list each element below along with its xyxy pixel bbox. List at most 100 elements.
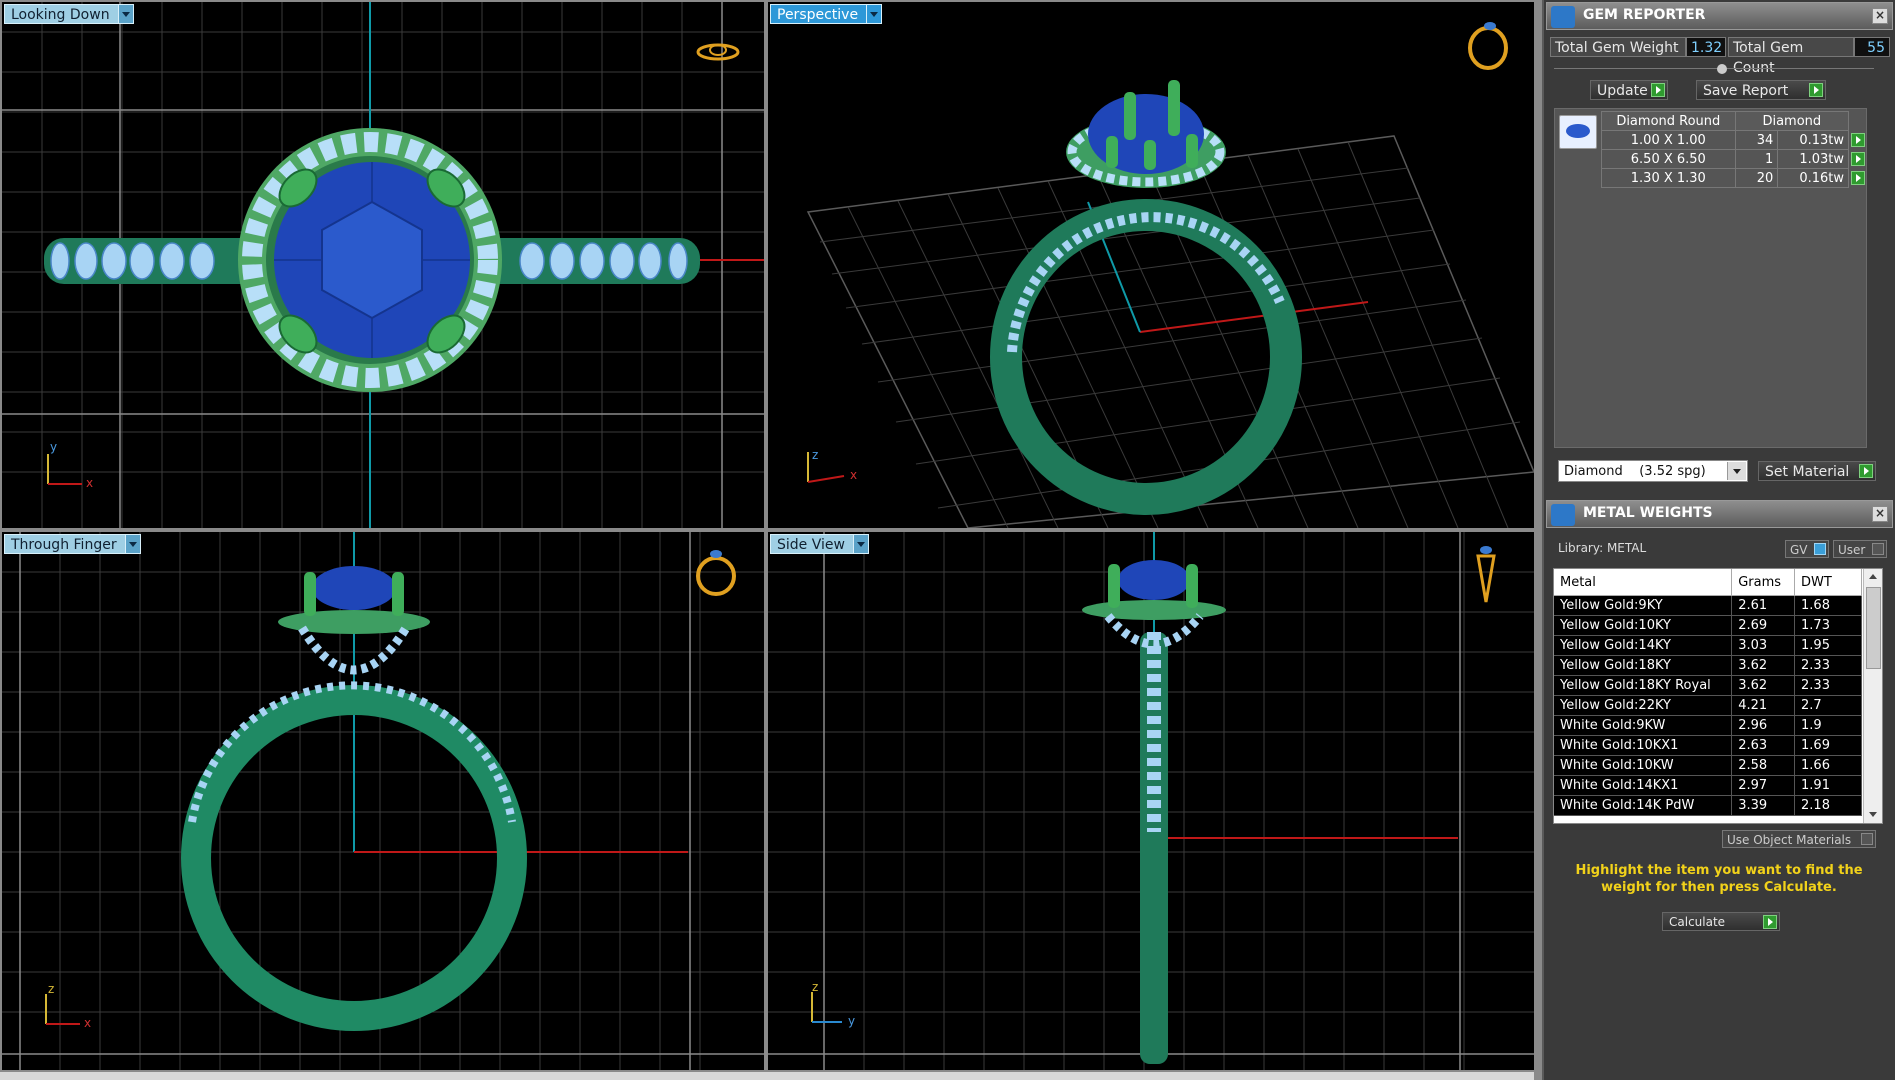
- viewport-looking-down[interactable]: y x Looking Down: [2, 2, 764, 528]
- chevron-down-icon[interactable]: [852, 534, 869, 554]
- splitter-knob-icon: [1717, 64, 1727, 74]
- table-row[interactable]: White Gold:9KW 2.96 1.9: [1554, 715, 1862, 736]
- metal-grams: 2.61: [1731, 595, 1796, 616]
- axis-label-v: z: [812, 980, 819, 994]
- table-row[interactable]: Yellow Gold:18KY Royal 3.62 2.33: [1554, 675, 1862, 696]
- axis-label-v: z: [812, 448, 819, 462]
- table-row[interactable]: White Gold:14K PdW 3.39 2.18: [1554, 795, 1862, 816]
- scroll-down-icon[interactable]: [1864, 807, 1882, 823]
- metal-grams: 3.62: [1731, 675, 1796, 696]
- metal-header-metal: Metal: [1554, 569, 1733, 596]
- metal-dwt: 2.33: [1794, 655, 1862, 676]
- metal-dwt: 1.66: [1794, 755, 1862, 776]
- user-checkbox[interactable]: [1872, 543, 1884, 555]
- scroll-thumb[interactable]: [1866, 587, 1881, 669]
- gem-table-header: Diamond Round Diamond: [1601, 111, 1866, 131]
- metal-grams: 2.96: [1731, 715, 1796, 736]
- table-row[interactable]: Yellow Gold:18KY 3.62 2.33: [1554, 655, 1862, 676]
- metal-grams: 2.58: [1731, 755, 1796, 776]
- metal-header-grams: Grams: [1731, 569, 1796, 596]
- metal-weights-icon: [1551, 504, 1575, 526]
- use-object-materials-toggle[interactable]: Use Object Materials: [1722, 830, 1876, 848]
- gem-size: 6.50 X 6.50: [1601, 149, 1736, 169]
- gem-weight: 0.16tw: [1777, 168, 1849, 188]
- metal-name: Yellow Gold:18KY Royal: [1554, 675, 1733, 696]
- play-icon[interactable]: [1851, 133, 1865, 147]
- metal-grams: 2.97: [1731, 775, 1796, 796]
- gem-reporter-icon: [1551, 6, 1575, 28]
- play-icon[interactable]: [1851, 152, 1865, 166]
- table-row[interactable]: White Gold:14KX1 2.97 1.91: [1554, 775, 1862, 796]
- viewport-menu-looking-down[interactable]: Looking Down: [4, 4, 134, 24]
- close-icon[interactable]: ×: [1872, 8, 1888, 24]
- calculate-hint: Highlight the item you want to find the …: [1575, 863, 1863, 895]
- metal-table-header: Metal Grams DWT: [1554, 569, 1862, 596]
- total-gem-count-label: Total Gem Count: [1728, 37, 1854, 76]
- table-row[interactable]: Yellow Gold:10KY 2.69 1.73: [1554, 615, 1862, 636]
- metal-header-dwt: DWT: [1794, 569, 1862, 596]
- metal-dwt: 1.68: [1794, 595, 1862, 616]
- table-row[interactable]: 1.00 X 1.00 34 0.13tw: [1601, 130, 1866, 150]
- metal-dwt: 1.69: [1794, 735, 1862, 756]
- metal-grams: 3.62: [1731, 655, 1796, 676]
- side-view-scene: [768, 532, 1534, 1070]
- metal-dwt: 1.9: [1794, 715, 1862, 736]
- total-gem-count-value: 55: [1854, 37, 1890, 57]
- chevron-down-icon[interactable]: [866, 4, 883, 24]
- table-row[interactable]: White Gold:10KW 2.58 1.66: [1554, 755, 1862, 776]
- chevron-down-icon: [1727, 462, 1746, 480]
- metal-name: White Gold:10KW: [1554, 755, 1733, 776]
- viewport-menu-perspective[interactable]: Perspective: [770, 4, 883, 24]
- table-row[interactable]: Yellow Gold:14KY 3.03 1.95: [1554, 635, 1862, 656]
- save-report-label: Save Report: [1703, 83, 1789, 99]
- play-icon: [1859, 464, 1873, 478]
- viewport-side-view[interactable]: z y Side View: [768, 532, 1534, 1070]
- gem-size: 1.00 X 1.00: [1601, 130, 1736, 150]
- use-object-materials-checkbox[interactable]: [1861, 833, 1873, 845]
- metal-name: Yellow Gold:18KY: [1554, 655, 1733, 676]
- play-icon[interactable]: [1851, 171, 1865, 185]
- table-row[interactable]: 6.50 X 6.50 1 1.03tw: [1601, 149, 1866, 169]
- table-row[interactable]: White Gold:10KX1 2.63 1.69: [1554, 735, 1862, 756]
- table-row[interactable]: 1.30 X 1.30 20 0.16tw: [1601, 168, 1866, 188]
- set-material-button[interactable]: Set Material: [1758, 461, 1876, 481]
- viewport-menu-through-finger[interactable]: Through Finger: [4, 534, 141, 554]
- gem-header-shape: Diamond Round: [1601, 111, 1736, 131]
- metal-dwt: 1.73: [1794, 615, 1862, 636]
- viewport-scrollbar[interactable]: [0, 1072, 1534, 1080]
- viewport-menu-side-view[interactable]: Side View: [770, 534, 869, 554]
- table-row[interactable]: Yellow Gold:9KY 2.61 1.68: [1554, 595, 1862, 616]
- metal-name: White Gold:14KX1: [1554, 775, 1733, 796]
- play-icon: [1809, 83, 1823, 97]
- table-row[interactable]: Yellow Gold:22KY 4.21 2.7: [1554, 695, 1862, 716]
- viewport-title: Looking Down: [4, 4, 118, 24]
- total-gem-weight-label: Total Gem Weight: [1550, 37, 1686, 57]
- splitter-handle[interactable]: [1554, 64, 1874, 74]
- metal-list[interactable]: Metal Grams DWT Yellow Gold:9KY 2.61 1.68 …: [1553, 568, 1883, 824]
- viewport-through-finger[interactable]: z x Through Finger: [2, 532, 764, 1070]
- looking-down-scene: [2, 2, 764, 528]
- user-toggle[interactable]: User: [1833, 540, 1887, 558]
- gv-checkbox[interactable]: [1814, 543, 1826, 555]
- metal-grams: 2.69: [1731, 615, 1796, 636]
- library-label: Library: METAL: [1558, 541, 1647, 555]
- gem-material-select[interactable]: Diamond (3.52 spg): [1558, 460, 1748, 482]
- metal-name: Yellow Gold:9KY: [1554, 595, 1733, 616]
- viewport-perspective[interactable]: z x Perspective: [768, 2, 1534, 528]
- update-button[interactable]: Update: [1590, 80, 1668, 100]
- chevron-down-icon[interactable]: [124, 534, 141, 554]
- axis-label-h: x: [84, 1016, 92, 1030]
- metal-dwt: 2.18: [1794, 795, 1862, 816]
- gem-header-material: Diamond: [1734, 111, 1850, 131]
- chevron-down-icon[interactable]: [117, 4, 134, 24]
- close-icon[interactable]: ×: [1872, 506, 1888, 522]
- metal-grams: 2.63: [1731, 735, 1796, 756]
- metal-name: White Gold:10KX1: [1554, 735, 1733, 756]
- save-report-button[interactable]: Save Report: [1696, 80, 1826, 100]
- axis-label-h: x: [850, 468, 858, 482]
- scroll-up-icon[interactable]: [1864, 569, 1882, 585]
- update-label: Update: [1597, 83, 1648, 99]
- gv-toggle[interactable]: GV: [1785, 540, 1829, 558]
- metal-list-scrollbar[interactable]: [1863, 569, 1882, 823]
- calculate-button[interactable]: Calculate: [1662, 912, 1780, 931]
